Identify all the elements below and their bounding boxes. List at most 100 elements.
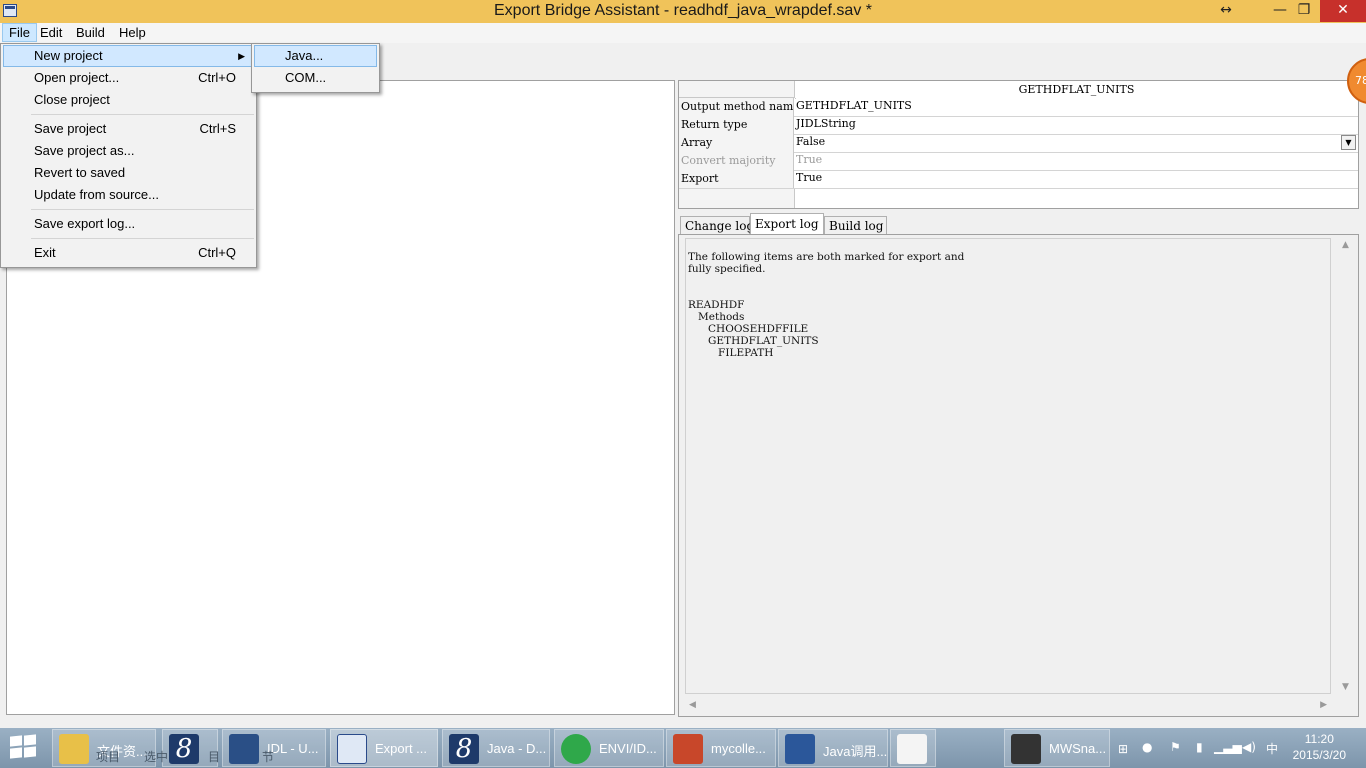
taskbar-powerpoint[interactable]: mycolle... xyxy=(666,729,776,767)
property-row-array[interactable]: Array False ▼ xyxy=(679,134,1358,153)
submenu-arrow-icon: ▶ xyxy=(238,51,245,61)
taskbar-java[interactable] xyxy=(890,729,936,767)
menu-separator xyxy=(31,114,254,115)
menu-item-new-project[interactable]: New project ▶ xyxy=(3,45,254,67)
menu-item-save-project[interactable]: Save project Ctrl+S xyxy=(3,118,254,140)
properties-grid: GETHDFLAT_UNITS Output method name GETHD… xyxy=(678,80,1359,209)
menu-item-com[interactable]: COM... xyxy=(254,67,377,89)
export-log-text[interactable]: The following items are both marked for … xyxy=(685,238,1331,694)
taskbar-word[interactable]: Java调用... xyxy=(778,729,888,767)
qq-icon[interactable]: ● xyxy=(1142,740,1152,754)
scroll-down-icon[interactable]: ▼ xyxy=(1342,682,1349,692)
battery-icon[interactable]: ▮ xyxy=(1196,740,1203,754)
property-row-output-method-name[interactable]: Output method name GETHDFLAT_UNITS xyxy=(679,98,1358,117)
horizontal-scrollbar[interactable]: ◀ ▶ xyxy=(685,697,1331,713)
taskbar-label: IDL - U... xyxy=(267,741,319,756)
windows-start-icon[interactable] xyxy=(10,734,38,760)
java-icon xyxy=(897,734,927,764)
export-bridge-icon xyxy=(337,734,367,764)
close-button[interactable]: ✕ xyxy=(1320,0,1366,22)
menu-item-label: Save export log... xyxy=(34,216,136,231)
taskbar-label: Java - D... xyxy=(487,741,547,756)
folder-icon xyxy=(59,734,89,764)
properties-header: GETHDFLAT_UNITS xyxy=(795,81,1358,99)
property-value[interactable]: JIDLString xyxy=(796,116,1358,134)
menu-item-close-project[interactable]: Close project xyxy=(3,89,254,111)
property-label: Array xyxy=(679,134,794,152)
window-title: Export Bridge Assistant - readhdf_java_w… xyxy=(494,2,872,19)
menu-file[interactable]: File xyxy=(2,23,37,42)
clock[interactable]: 11:20 2015/3/20 xyxy=(1293,731,1346,763)
property-value[interactable]: GETHDFLAT_UNITS xyxy=(796,98,1358,116)
ghost-text: 节 xyxy=(262,750,275,764)
tray-chevron-icon[interactable]: ⊞ xyxy=(1118,742,1128,756)
menu-item-open-project[interactable]: Open project... Ctrl+O xyxy=(3,67,254,89)
new-project-submenu: Java... COM... xyxy=(251,43,380,93)
menu-item-save-project-as[interactable]: Save project as... xyxy=(3,140,254,162)
menu-item-java[interactable]: Java... xyxy=(254,45,377,67)
taskbar-mwsnap[interactable]: MWSna... xyxy=(1004,729,1110,767)
property-label: Export xyxy=(679,170,794,188)
clock-date: 2015/3/20 xyxy=(1292,748,1346,762)
maximize-button[interactable]: ❐ xyxy=(1284,0,1324,22)
tab-build-log[interactable]: Build log xyxy=(824,216,887,235)
taskbar-label: Java调用... xyxy=(823,744,888,759)
menu-item-exit[interactable]: Exit Ctrl+Q xyxy=(3,242,254,264)
system-tray: ⊞ ● ⚑ ▮ ▁▃▅ ◀) 中 xyxy=(1118,732,1278,764)
taskbar: 文件资... 8 IDL - U... Export ... 8 Java - … xyxy=(0,728,1366,768)
property-row-convert-majority[interactable]: Convert majority True xyxy=(679,152,1358,171)
menu-item-label: Open project... xyxy=(34,70,120,85)
menu-item-revert-to-saved[interactable]: Revert to saved xyxy=(3,162,254,184)
taskbar-export-bridge[interactable]: Export ... xyxy=(330,729,438,767)
menu-help[interactable]: Help xyxy=(113,23,152,42)
ime-indicator[interactable]: 中 xyxy=(1266,740,1278,757)
menu-edit[interactable]: Edit xyxy=(34,23,68,42)
taskbar-label: mycolle... xyxy=(711,741,766,756)
camera-icon xyxy=(1011,734,1041,764)
export-log-pane: The following items are both marked for … xyxy=(678,234,1359,717)
chevron-down-icon[interactable]: ▼ xyxy=(1341,135,1356,150)
property-label: Output method name xyxy=(679,98,794,116)
property-row-return-type[interactable]: Return type JIDLString xyxy=(679,116,1358,135)
idl-logo-icon: 8 xyxy=(449,734,479,764)
menu-build[interactable]: Build xyxy=(70,23,111,42)
property-value[interactable]: False xyxy=(796,134,1358,152)
file-menu: New project ▶ Open project... Ctrl+O Clo… xyxy=(0,43,257,268)
menu-shortcut: Ctrl+S xyxy=(199,121,236,136)
menu-shortcut: Ctrl+Q xyxy=(198,245,236,260)
network-icon[interactable]: ▁▃▅ xyxy=(1214,740,1242,754)
idl-logo-icon: 8 xyxy=(169,734,199,764)
scroll-right-icon[interactable]: ▶ xyxy=(1320,700,1327,710)
resize-arrows-icon[interactable]: ↔ xyxy=(1206,0,1246,22)
menu-item-label: Update from source... xyxy=(34,187,159,202)
word-icon xyxy=(785,734,815,764)
menu-item-save-export-log[interactable]: Save export log... xyxy=(3,213,254,235)
flag-icon[interactable]: ⚑ xyxy=(1170,740,1181,754)
menu-item-label: Save project as... xyxy=(34,143,135,158)
tab-change-log[interactable]: Change log xyxy=(680,216,754,235)
clock-time: 11:20 xyxy=(1304,732,1334,746)
volume-icon[interactable]: ◀) xyxy=(1242,740,1256,754)
taskbar-label: Export ... xyxy=(375,741,428,756)
menu-item-update-from-source[interactable]: Update from source... xyxy=(3,184,254,206)
property-value[interactable]: True xyxy=(796,170,1358,188)
scroll-left-icon[interactable]: ◀ xyxy=(689,700,696,710)
property-row-export[interactable]: Export True xyxy=(679,170,1358,189)
taskbar-java-d[interactable]: 8 Java - D... xyxy=(442,729,550,767)
tab-export-log[interactable]: Export log xyxy=(750,213,824,235)
scroll-up-icon[interactable]: ▲ xyxy=(1342,240,1349,250)
menu-item-label: New project xyxy=(34,48,103,63)
ghost-text: 项目 xyxy=(96,750,121,764)
title-bar: Export Bridge Assistant - readhdf_java_w… xyxy=(0,0,1366,23)
taskbar-envi-idl[interactable]: ENVI/ID... xyxy=(554,729,664,767)
menu-separator xyxy=(31,209,254,210)
taskbar-label: ENVI/ID... xyxy=(599,741,657,756)
menu-item-label: Exit xyxy=(34,245,56,260)
menu-item-label: Java... xyxy=(285,48,324,63)
vertical-scrollbar[interactable]: ▲ ▼ xyxy=(1338,238,1354,694)
menu-item-label: Save project xyxy=(34,121,107,136)
property-label: Convert majority xyxy=(679,152,794,170)
menu-item-label: Close project xyxy=(34,92,110,107)
taskbar-label: MWSna... xyxy=(1049,741,1107,756)
property-value: True xyxy=(796,153,823,166)
